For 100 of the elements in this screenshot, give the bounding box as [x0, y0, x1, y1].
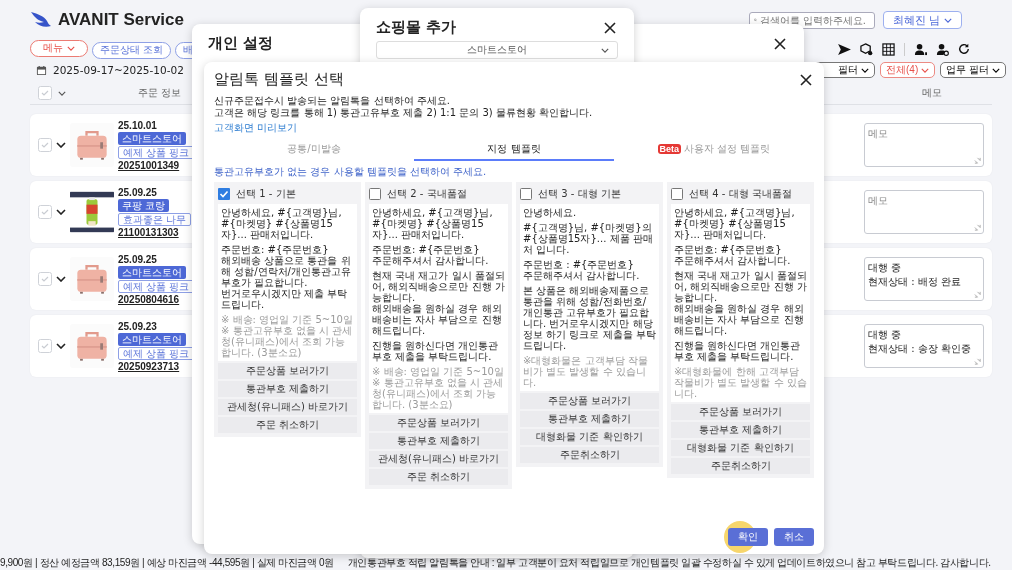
close-icon [604, 21, 616, 34]
column-header: 메모 [920, 86, 943, 100]
row-checkbox[interactable] [38, 272, 52, 286]
column-header: 주문 정보 [138, 86, 182, 100]
intro-text: 고객은 해당 링크를 통해 1) 통관고유부호 제출 2) 1:1 문의 3) 물류현황 확인합니다. [214, 107, 594, 119]
checkbox[interactable] [671, 188, 683, 200]
order-date: 25.09.25 [118, 186, 157, 198]
menu-dropdown[interactable]: 메뉴 [30, 39, 88, 57]
close-icon [800, 73, 812, 86]
dialog-title: 쇼핑몰 추가 [376, 18, 457, 37]
shop-dropdown[interactable]: 스마트스토어 [376, 41, 618, 59]
message-text: 주문번호: #{주문번호} 주문해주셔서 감사합니다. [372, 244, 490, 266]
close-button[interactable] [772, 35, 788, 52]
message-text: 안녕하세요, #{고객명}님, #{마켓명} #{상품명15자}... 판매처입니다. [674, 207, 796, 240]
order-number[interactable]: 21100131303 [118, 226, 179, 238]
message-text: 진행을 원하신다면 개인통관부호 제출을 부탁드립니다. [674, 340, 802, 362]
close-button[interactable] [602, 19, 618, 36]
message-text: 현재 국내 재고가 일시 품절되어, 해외직배송으로만 진행 가능합니다. 해외배송을 원하실 경우 해외 배송비는 자사 부담으로 진행해드립니다. [372, 270, 505, 336]
table-icon[interactable] [882, 42, 895, 56]
template-link-button[interactable]: 주문상품 보러가기 [671, 404, 810, 420]
template-link-button[interactable]: 주문상품 보러가기 [218, 363, 357, 379]
preview-link[interactable]: 고객화면 미리보기 [214, 121, 298, 135]
note-text: ※ 배송: 영업일 기준 5~10일 ※ 통관고유부호 없을 시 관세청(유니패스)에서 조회 가능합니다. (3분소요) [221, 314, 354, 358]
row-checkbox[interactable] [38, 205, 52, 219]
template-link-button[interactable]: 통관부호 제출하기 [218, 381, 357, 397]
order-number[interactable]: 20250804616 [118, 293, 180, 305]
platform-tag: 스마트스토어 [118, 332, 186, 346]
checkbox[interactable] [520, 188, 532, 200]
chevron-down-icon[interactable] [56, 209, 66, 215]
chevron-down-icon[interactable] [56, 343, 66, 349]
template-link-button[interactable]: 주문 취소하기 [369, 469, 508, 485]
close-button[interactable] [798, 71, 814, 88]
template-link-button[interactable]: 주문취소하기 [671, 458, 810, 474]
filter-dropdown[interactable]: 전체(4) [880, 62, 936, 78]
memo-field[interactable]: 대행 중 현재상태 : 배정 완료 [864, 257, 984, 301]
row-checkbox[interactable] [38, 138, 52, 152]
template-link-button[interactable]: 관세청(유니패스) 바로가기 [369, 451, 508, 467]
chevron-down-icon [992, 67, 1000, 73]
date-range[interactable]: 2025-09-17~2025-10-02 [53, 64, 184, 76]
calendar-icon[interactable] [36, 64, 47, 76]
note-text: ※대형화물은 고객부담 작물비가 별도 발생할 수 있습니다. [523, 355, 649, 388]
user-menu-button[interactable]: 최혜진 님 [882, 11, 962, 29]
memo-field[interactable]: 메모 [864, 190, 984, 234]
template-link-button[interactable]: 주문취소하기 [520, 447, 659, 463]
template-link-button[interactable]: 관세청(유니패스) 바로가기 [218, 399, 357, 415]
chevron-down-icon [921, 67, 930, 73]
chevron-down-icon [58, 90, 66, 96]
order-number[interactable]: 20251001349 [118, 159, 180, 171]
close-icon [774, 37, 786, 50]
send-icon[interactable] [838, 43, 851, 55]
row-checkbox[interactable] [38, 339, 52, 353]
chevron-down-icon [861, 67, 869, 73]
template-link-button[interactable]: 주문상품 보러가기 [369, 415, 508, 431]
template-title: 선택 4 - 대형 국내품절 [689, 187, 792, 201]
template-link-button[interactable]: 주문상품 보러가기 [520, 393, 659, 409]
notice-text: 개인통관부호 적립 알림톡을 안내 : 일부 고객분이 요처 적립일므로 개인템플릿 일괄 수정하실 수 있게 업데이트하였으니 참고 부탁드립니다. 감사합니다. [347, 556, 991, 570]
platform-tag: 쿠팡 코랑 [118, 198, 170, 212]
message-text: 안녕하세요, #{고객명}님, #{마켓명} #{상품명15자}... 판매처입니다. [221, 207, 343, 240]
tab[interactable]: 지정 템플릿 [414, 139, 614, 161]
nav-pill[interactable]: 주문상태 조회 [92, 41, 172, 59]
order-date: 25.10.01 [118, 119, 157, 131]
template-link-button[interactable]: 대형화물 기준 확인하기 [520, 429, 659, 445]
message-text: #{고객명}님, #{마켓명}의 #{상품명15자}... 제품 판매처 입니다. [523, 222, 654, 255]
search-icon [753, 16, 757, 24]
logo-icon [30, 11, 52, 29]
chevron-down-icon[interactable] [56, 142, 66, 148]
note-text: ※대형화물에 한해 고객부담 작물비가 별도 발생할 수 있습니다. [674, 366, 807, 399]
message-text: 진행을 원하신다면 개인통관부호 제출을 부탁드립니다. [372, 340, 500, 362]
chevron-down-icon[interactable] [56, 276, 66, 282]
select-all-checkbox[interactable] [38, 86, 52, 100]
template-link-button[interactable]: 통관부호 제출하기 [671, 422, 810, 438]
order-number[interactable]: 20250923713 [118, 360, 180, 372]
dialog-title: 개인 설정 [208, 34, 274, 53]
checkbox[interactable] [369, 188, 381, 200]
message-text: 안녕하세요. [523, 207, 578, 218]
cancel-button[interactable]: 취소 [774, 528, 814, 546]
message-text: 안녕하세요, #{고객명}님, #{마켓명} #{상품명15자}... 판매처입니다. [372, 207, 494, 240]
memo-field[interactable]: 메모 [864, 123, 984, 167]
platform-tag: 스마트스토어 [118, 265, 186, 279]
app-title: AVANIT Service [58, 10, 184, 30]
message-text: 주문번호: #{주문번호} 해외배송 상품으로 통관을 위해 성함/연락처/개인통관고유부호가 필요합니다. 번거로우시겠지만 제출 부탁드립니다. [221, 244, 352, 310]
message-text: 현재 국내 재고가 일시 품절되어, 해외직배송으로만 진행 가능합니다. 해외배송을 원하실 경우 해외 배송비는 자사 부담으로 진행해드립니다. [674, 270, 807, 336]
person-settings-icon[interactable] [936, 42, 949, 56]
memo-field[interactable]: 대행 중 현재상태 : 송장 확인중 [864, 324, 984, 368]
template-link-button[interactable]: 주문 취소하기 [218, 417, 357, 433]
summary-text: 9,900원 | 정산 예정금액 83,159원 | 예상 마진금액 -44,595원 | 실제 마진금액 0원 [0, 556, 334, 570]
checkbox[interactable] [218, 188, 230, 200]
chevron-down-icon [944, 17, 952, 23]
template-title: 선택 3 - 대형 기본 [538, 187, 621, 201]
template-link-button[interactable]: 대형화물 기준 확인하기 [671, 440, 810, 456]
message-text: 주문번호: #{주문번호} 주문해주셔서 감사합니다. [674, 244, 792, 266]
person-icon[interactable] [914, 42, 927, 56]
tab[interactable]: Beta 사용자 설정 템플릿 [614, 139, 814, 161]
box-gear-icon[interactable] [860, 42, 873, 56]
filter-dropdown[interactable]: 업무 필터 [940, 62, 1006, 78]
template-link-button[interactable]: 통관부호 제출하기 [369, 433, 508, 449]
hint-text: 통관고유부호가 없는 경우 사용할 템플릿을 선택하여 주세요. [214, 165, 488, 179]
order-date: 25.09.23 [118, 320, 157, 332]
refresh-icon[interactable] [958, 43, 970, 55]
template-link-button[interactable]: 통관부호 제출하기 [520, 411, 659, 427]
